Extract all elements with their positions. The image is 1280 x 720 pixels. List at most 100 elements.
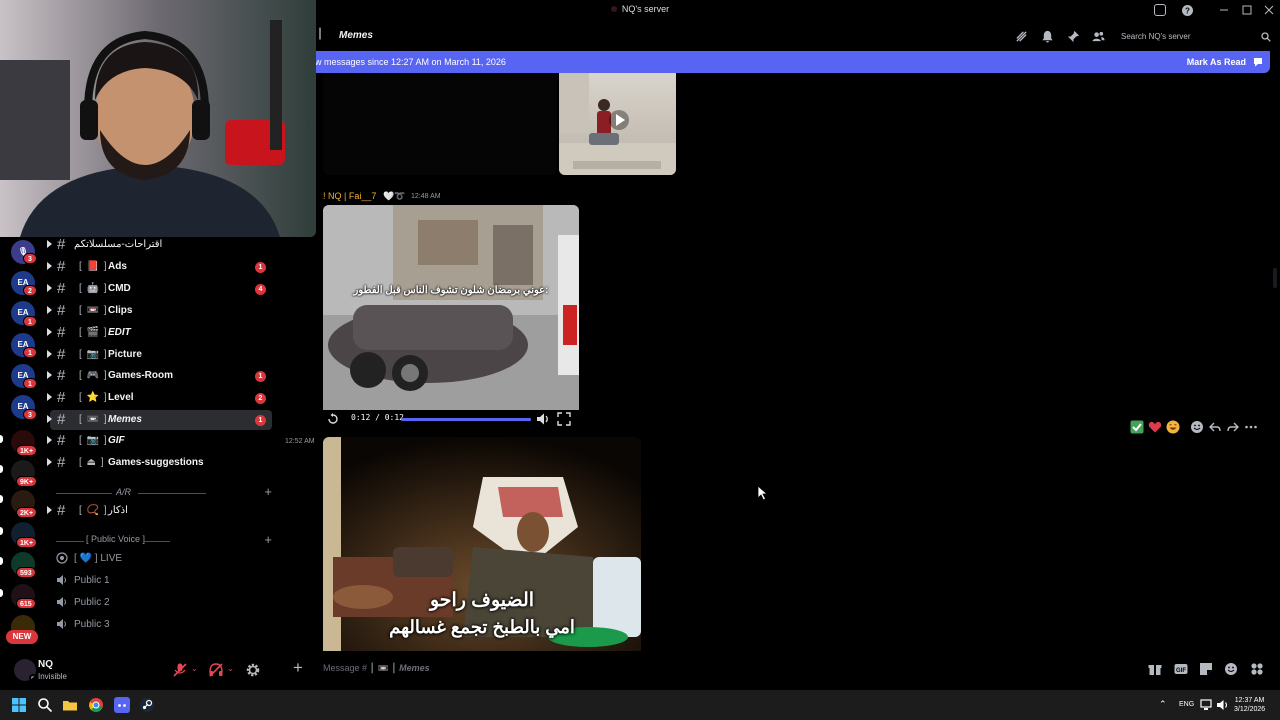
- server-icon: [610, 6, 617, 12]
- upload-plus-button[interactable]: +: [293, 658, 303, 678]
- forward-icon[interactable]: [1226, 420, 1240, 434]
- more-options-icon[interactable]: [1244, 420, 1258, 434]
- gif-icon[interactable]: GIF: [1174, 662, 1188, 676]
- deafen-muted-icon[interactable]: [208, 662, 224, 678]
- deafen-options-chevron-icon[interactable]: ⌄: [227, 664, 234, 673]
- server-badge: 1K+: [16, 445, 38, 456]
- replay-icon[interactable]: [327, 413, 339, 425]
- mouse-cursor-icon: [757, 485, 769, 501]
- category-label: [ Public Voice ]: [86, 534, 146, 544]
- channel-item[interactable]: # [ 🤖 ] CMD 4: [47, 279, 272, 299]
- tray-overflow-chevron-icon[interactable]: ⌃: [1159, 699, 1167, 710]
- attachment-video-thumbnail[interactable]: [559, 73, 676, 175]
- collapse-arrow-icon: [47, 262, 52, 270]
- reply-icon[interactable]: [1208, 420, 1222, 434]
- avatar[interactable]: [14, 659, 36, 681]
- notification-bell-icon[interactable]: [1041, 30, 1054, 43]
- member-list-icon[interactable]: [1092, 30, 1105, 43]
- channel-item[interactable]: # [ 📕 ] Ads 1: [47, 257, 272, 277]
- add-channel-button[interactable]: +: [264, 532, 272, 547]
- server-badge: 1: [23, 316, 37, 327]
- clock[interactable]: 12:37 AM 3/12/2026: [1234, 696, 1265, 714]
- channel-item-active[interactable]: # [ 📼 ] Memes 1: [47, 410, 272, 430]
- category-azkar[interactable]: A/R +: [56, 484, 272, 500]
- search-input[interactable]: Search NQ's server: [1117, 28, 1273, 46]
- laugh-reaction-icon[interactable]: [1166, 420, 1180, 434]
- text-channel-icon: #: [57, 346, 66, 363]
- sticker-icon[interactable]: [1199, 662, 1213, 676]
- video-controls: 0:12 / 0:12: [323, 409, 579, 429]
- search-icon[interactable]: [37, 697, 53, 713]
- unread-indicator: [0, 465, 3, 473]
- close-icon[interactable]: [1264, 5, 1274, 15]
- fullscreen-icon[interactable]: [557, 412, 571, 426]
- gift-icon[interactable]: [1148, 662, 1162, 676]
- composer-placeholder-prefix: Message #: [323, 663, 368, 673]
- channel-item[interactable]: # [ 🎬 ] EDIT: [47, 323, 272, 343]
- channel-item[interactable]: # [ 📿 ] اذكار: [47, 501, 272, 521]
- threads-icon[interactable]: [1015, 30, 1028, 43]
- channel-item[interactable]: # [ ⭐ ] Level 2: [47, 388, 272, 408]
- video-progress-bar[interactable]: [401, 418, 531, 421]
- status-indicator: [29, 674, 36, 681]
- message-author[interactable]: ! NQ | Fai__7: [323, 191, 376, 201]
- add-channel-button[interactable]: +: [264, 484, 272, 499]
- network-icon[interactable]: [1200, 698, 1214, 712]
- mic-muted-icon[interactable]: [172, 662, 188, 678]
- channel-item[interactable]: # [ 🎮 ] Games-Room 1: [47, 366, 272, 386]
- add-reaction-icon[interactable]: [1190, 420, 1204, 434]
- emoji-icon[interactable]: [1224, 662, 1238, 676]
- message-composer[interactable]: + Message # ┃ 📼 ┃ Memes GIF: [287, 654, 1270, 684]
- new-messages-bar[interactable]: w messages since 12:27 AM on March 11, 2…: [277, 51, 1270, 73]
- username[interactable]: NQ: [38, 659, 53, 670]
- channel-header-name: Memes: [339, 30, 373, 41]
- text-channel-icon: #: [57, 411, 66, 428]
- clock-date: 3/12/2026: [1234, 706, 1266, 713]
- chat-scrollbar[interactable]: [1273, 268, 1277, 288]
- maximize-icon[interactable]: [1242, 5, 1252, 15]
- mic-options-chevron-icon[interactable]: ⌄: [191, 664, 198, 673]
- unread-indicator: [0, 589, 3, 597]
- pin-icon[interactable]: [1067, 30, 1080, 43]
- mark-as-read-button[interactable]: Mark As Read: [1187, 57, 1246, 67]
- user-status: Invisible: [38, 672, 67, 681]
- voice-channel[interactable]: Public 3: [56, 617, 256, 635]
- channel-deco: [ ⏏ ]: [79, 457, 105, 468]
- channel-item[interactable]: # [ 📷 ] GIF: [47, 431, 272, 451]
- composer-placeholder[interactable]: Message # ┃ 📼 ┃ Memes: [323, 663, 430, 674]
- channel-item[interactable]: # [ 📼 ] Clips: [47, 301, 272, 321]
- mention-badge: 1: [255, 415, 266, 426]
- video-player[interactable]: عوني برمضان شلون تشوف الناس قبل الفطور:: [323, 205, 579, 429]
- apps-icon[interactable]: [1250, 662, 1264, 676]
- collapse-arrow-icon: [47, 415, 52, 423]
- chrome-icon[interactable]: [88, 697, 104, 713]
- help-icon[interactable]: ?: [1181, 4, 1194, 17]
- windows-start-icon[interactable]: [11, 697, 27, 713]
- language-indicator[interactable]: ENG: [1179, 701, 1194, 708]
- settings-gear-icon[interactable]: [245, 662, 261, 678]
- mention-badge: 2: [255, 393, 266, 404]
- channel-item[interactable]: # اقتراحات-مسلسلاتكم: [47, 237, 272, 255]
- channel-item[interactable]: # [ ⏏ ] Games-suggestions: [47, 453, 272, 473]
- channel-item[interactable]: # [ 📷 ] Picture: [47, 345, 272, 365]
- voice-channel-live[interactable]: [ 💙 ] LIVE: [56, 551, 256, 569]
- category-public-voice[interactable]: [ Public Voice ] +: [56, 532, 272, 548]
- unread-indicator: [0, 557, 3, 565]
- heart-reaction-icon[interactable]: [1148, 420, 1162, 434]
- voice-channel[interactable]: Public 2: [56, 595, 256, 613]
- window-title-text: NQ's server: [621, 4, 670, 14]
- volume-icon[interactable]: [536, 412, 550, 426]
- collapse-arrow-icon: [47, 393, 52, 401]
- check-reaction-icon[interactable]: [1130, 420, 1144, 434]
- volume-icon[interactable]: [1216, 698, 1230, 712]
- steam-icon[interactable]: [139, 697, 155, 713]
- video-player-2[interactable]: الضيوف راحو امي بالطبخ تجمع غسالهم: [323, 437, 641, 651]
- voice-channel[interactable]: Public 1: [56, 573, 256, 591]
- attachment-video-dark[interactable]: [323, 73, 557, 175]
- category-divider: [138, 493, 206, 494]
- discord-icon[interactable]: [114, 697, 130, 713]
- minimize-icon[interactable]: [1219, 5, 1229, 15]
- file-explorer-icon[interactable]: [62, 697, 78, 713]
- mention-badge: 4: [255, 284, 266, 295]
- inbox-icon[interactable]: [1154, 4, 1166, 16]
